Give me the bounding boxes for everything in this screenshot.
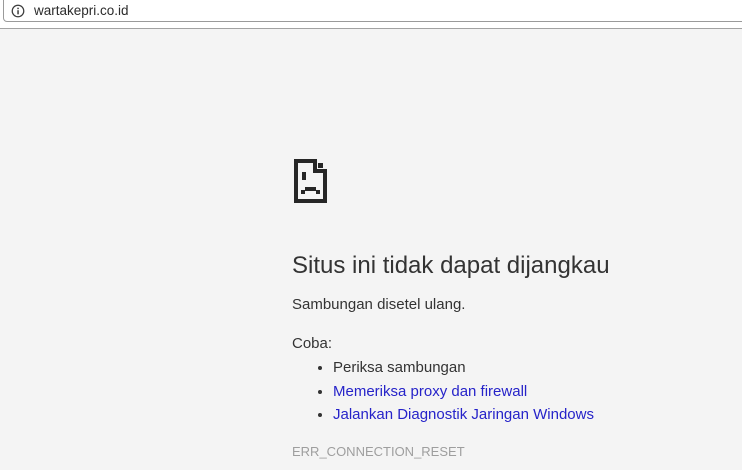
suggestion-link-network-diagnostics[interactable]: Jalankan Diagnostik Jaringan Windows	[333, 406, 594, 423]
browser-toolbar: wartakepri.co.id	[0, 0, 742, 29]
suggestion-link-proxy-firewall[interactable]: Memeriksa proxy dan firewall	[333, 383, 527, 400]
suggestion-check-connection: Periksa sambungan	[333, 359, 466, 376]
browser-window: wartakepri.co.id Situs ini tidak dapat d…	[0, 0, 742, 470]
error-code: ERR_CONNECTION_RESET	[292, 444, 465, 459]
info-icon[interactable]	[11, 4, 25, 18]
address-bar[interactable]: wartakepri.co.id	[3, 0, 742, 22]
error-message: Sambungan disetel ulang.	[292, 296, 466, 313]
url-text[interactable]: wartakepri.co.id	[34, 3, 129, 18]
sad-file-icon	[294, 159, 327, 203]
list-item: Periksa sambungan	[333, 356, 594, 380]
suggestions-list: Periksa sambungan Memeriksa proxy dan fi…	[292, 356, 594, 427]
error-title: Situs ini tidak dapat dijangkau	[292, 252, 610, 279]
error-page: Situs ini tidak dapat dijangkau Sambunga…	[0, 29, 742, 470]
list-item: Jalankan Diagnostik Jaringan Windows	[333, 403, 594, 427]
suggestions-label: Coba:	[292, 335, 333, 352]
list-item: Memeriksa proxy dan firewall	[333, 380, 594, 404]
